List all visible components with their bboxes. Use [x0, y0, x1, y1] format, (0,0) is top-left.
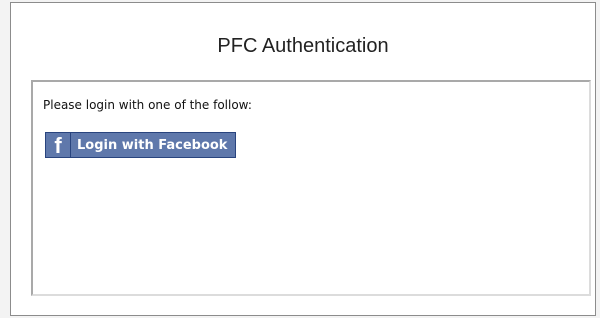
- facebook-icon: f: [46, 133, 71, 157]
- login-with-facebook-button[interactable]: f Login with Facebook: [45, 132, 237, 158]
- auth-window: PFC Authentication Please login with one…: [10, 2, 596, 316]
- facebook-button-label: Login with Facebook: [77, 137, 228, 153]
- login-panel: Please login with one of the follow: f L…: [31, 80, 591, 296]
- login-prompt: Please login with one of the follow:: [43, 98, 252, 112]
- page-title: PFC Authentication: [217, 35, 389, 57]
